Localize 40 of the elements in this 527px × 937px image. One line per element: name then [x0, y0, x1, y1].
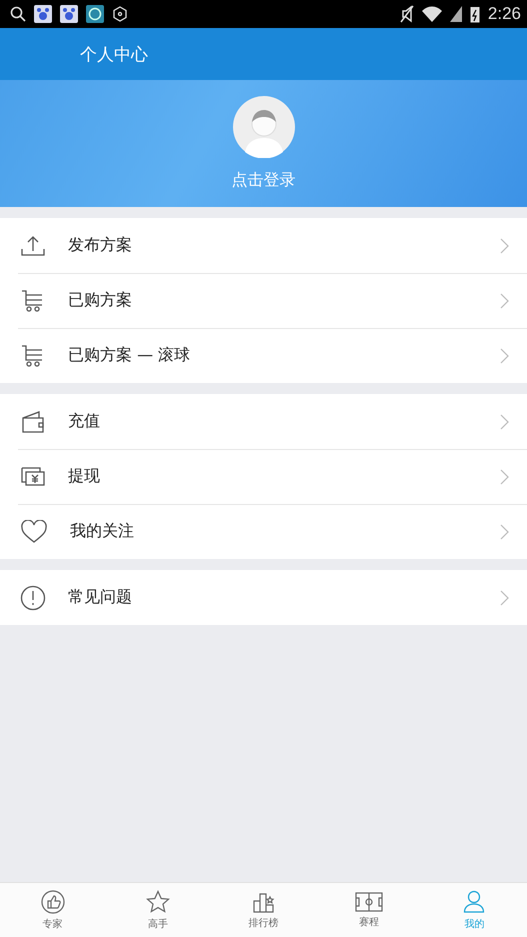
menu-item[interactable]: 发布方案 [0, 218, 527, 273]
menu-item[interactable]: 常见问题 [0, 570, 527, 625]
star-icon [146, 890, 170, 914]
avatar-icon[interactable] [232, 96, 294, 158]
chevron-right-icon [500, 590, 509, 606]
heart-icon [20, 520, 48, 544]
alert-icon [20, 584, 46, 610]
person-icon [463, 890, 486, 914]
menu-item[interactable]: 提现 [0, 449, 527, 504]
page-title: 个人中心 [80, 44, 148, 66]
menu-item[interactable]: 我的关注 [0, 504, 527, 559]
battery-icon [470, 5, 480, 23]
menu-item[interactable]: 已购方案 — 滚球 [0, 328, 527, 383]
upload-icon [20, 234, 46, 258]
chevron-right-icon [500, 414, 509, 430]
signal-icon [450, 6, 462, 22]
menu-item[interactable]: 已购方案 [0, 273, 527, 328]
hexagon-icon [112, 6, 128, 22]
search-icon [10, 6, 26, 22]
paw-app-icon [60, 5, 78, 23]
chevron-right-icon [500, 238, 509, 254]
nav-tab[interactable]: 高手 [105, 883, 211, 937]
paw-app-icon [34, 5, 52, 23]
ring-app-icon [86, 5, 104, 23]
mute-icon [400, 5, 414, 23]
cash-icon [20, 466, 46, 488]
wallet-icon [20, 410, 46, 434]
chevron-right-icon [500, 348, 509, 364]
chevron-right-icon [500, 524, 509, 540]
wifi-icon [422, 6, 442, 22]
menu-item[interactable]: 充值 [0, 394, 527, 449]
nav-tab[interactable]: 专家 [0, 883, 106, 937]
ranking-icon [252, 890, 276, 912]
nav-tab[interactable]: 赛程 [316, 883, 422, 937]
status-time: 2:26 [488, 4, 521, 24]
nav-tab[interactable]: 排行榜 [210, 883, 316, 937]
chevron-right-icon [500, 468, 509, 484]
thumbs-up-icon [40, 890, 65, 914]
pitch-icon [354, 892, 383, 912]
chevron-right-icon [500, 292, 509, 308]
